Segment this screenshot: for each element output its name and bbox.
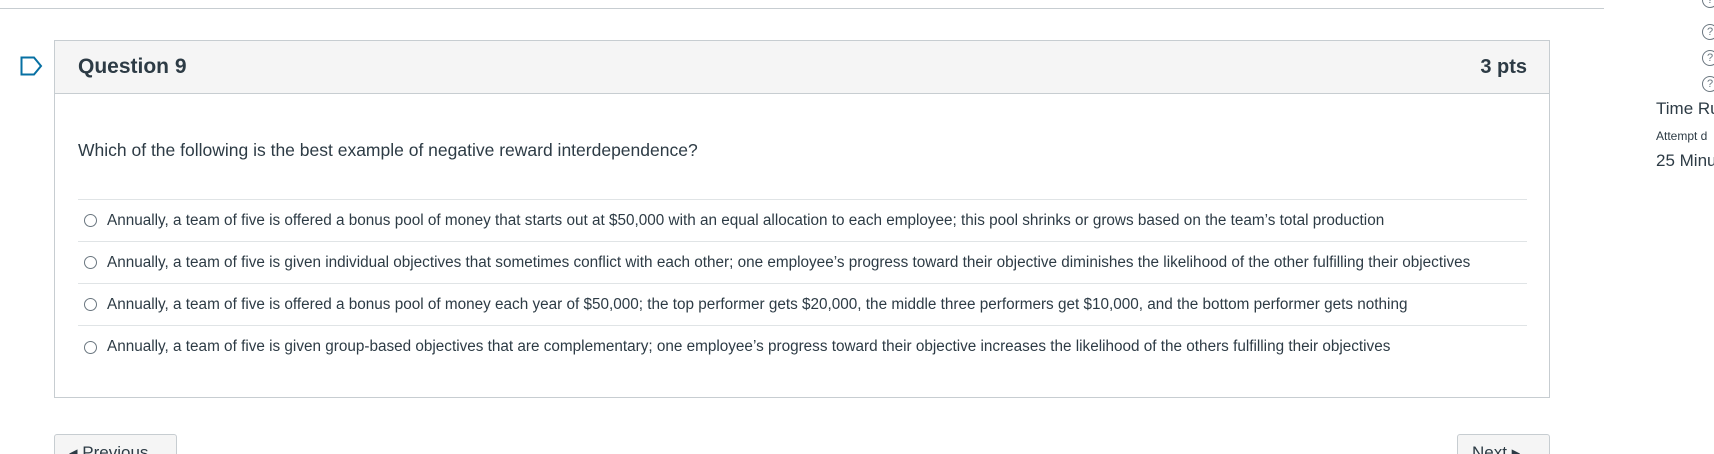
answer-list: Annually, a team of five is offered a bo… xyxy=(78,199,1527,368)
time-duration: 25 Minu xyxy=(1656,151,1714,170)
radio-button-icon[interactable] xyxy=(84,340,97,354)
radio-button-icon[interactable] xyxy=(84,214,97,227)
quiz-sidebar: ? ? ? ? Time Ru Attempt d 25 Minu xyxy=(1656,0,1714,454)
question-points: 3 pts xyxy=(1480,55,1527,78)
question-card: Question 9 3 pts Which of the following … xyxy=(54,40,1550,398)
quiz-page: Question 9 3 pts Which of the following … xyxy=(0,0,1714,454)
help-icon[interactable]: ? xyxy=(1702,0,1714,8)
answer-option-1[interactable]: Annually, a team of five is offered a bo… xyxy=(78,200,1527,242)
attempt-due-label: Attempt d xyxy=(1656,129,1708,143)
previous-button[interactable]: ◂ Previous xyxy=(54,434,177,454)
answer-label: Annually, a team of five is offered a bo… xyxy=(107,295,1408,313)
question-title: Question 9 xyxy=(78,55,187,78)
radio-button-icon[interactable] xyxy=(84,256,97,269)
help-icon[interactable]: ? xyxy=(1702,24,1714,40)
answer-label: Annually, a team of five is given group-… xyxy=(107,338,1391,355)
help-icon[interactable]: ? xyxy=(1702,50,1714,66)
flag-question-icon[interactable] xyxy=(20,56,44,76)
help-icon[interactable]: ? xyxy=(1702,76,1714,92)
time-running-label: Time Ru xyxy=(1656,99,1714,118)
top-divider xyxy=(0,8,1604,9)
answer-label: Annually, a team of five is given indivi… xyxy=(107,253,1471,271)
question-text: Which of the following is the best examp… xyxy=(78,140,698,160)
answer-option-4[interactable]: Annually, a team of five is given group-… xyxy=(78,326,1527,368)
answer-option-2[interactable]: Annually, a team of five is given indivi… xyxy=(78,242,1527,284)
next-button[interactable]: Next ▸ xyxy=(1457,434,1550,454)
radio-button-icon[interactable] xyxy=(84,298,97,311)
answer-label: Annually, a team of five is offered a bo… xyxy=(107,211,1385,229)
question-header: Question 9 3 pts xyxy=(55,41,1549,94)
answer-option-3[interactable]: Annually, a team of five is offered a bo… xyxy=(78,284,1527,326)
question-body: Which of the following is the best examp… xyxy=(55,94,1549,368)
